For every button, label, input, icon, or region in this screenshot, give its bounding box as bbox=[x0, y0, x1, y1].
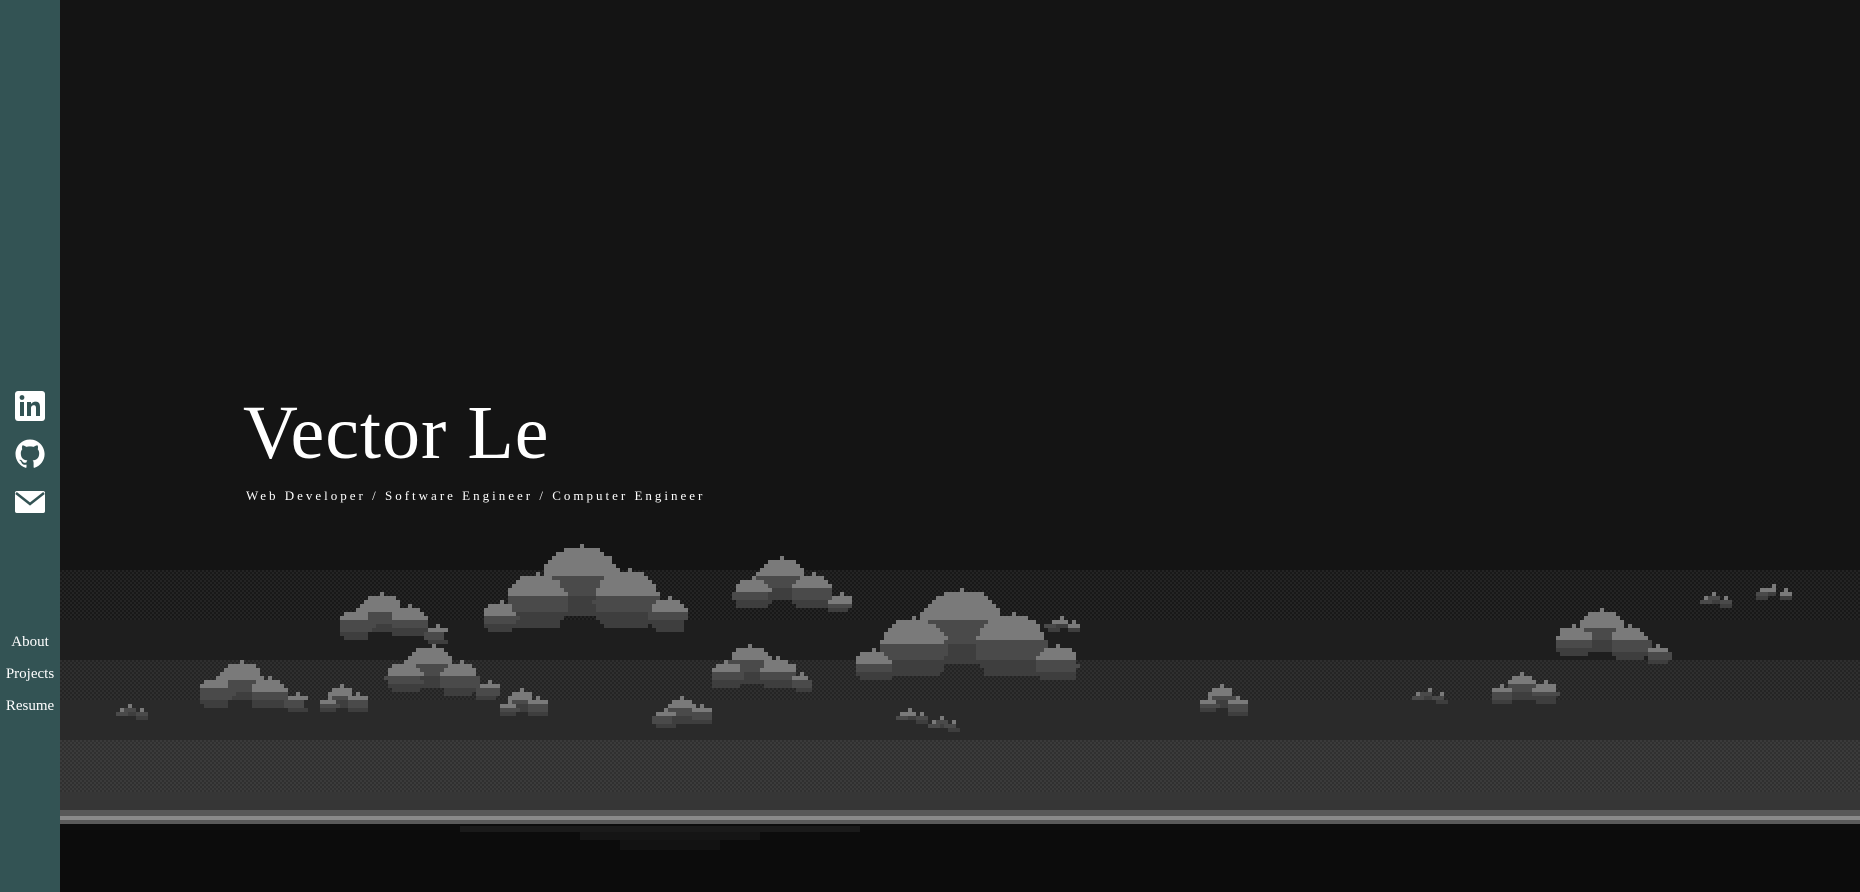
linkedin-link[interactable] bbox=[14, 390, 46, 422]
nav-about[interactable]: About bbox=[0, 626, 60, 658]
nav-menu: About Projects Resume bbox=[0, 626, 60, 722]
hero-section: Vector Le Web Developer / Software Engin… bbox=[60, 0, 1860, 892]
github-icon bbox=[15, 439, 45, 468]
email-link[interactable] bbox=[14, 486, 46, 518]
social-links bbox=[0, 390, 60, 534]
sidebar: About Projects Resume bbox=[0, 0, 60, 892]
hero-subtitle: Web Developer / Software Engineer / Comp… bbox=[246, 488, 706, 503]
nav-resume[interactable]: Resume bbox=[0, 690, 60, 722]
github-link[interactable] bbox=[14, 438, 46, 470]
mail-icon bbox=[15, 491, 45, 513]
hero-title: Vector Le bbox=[243, 391, 550, 475]
nav-projects[interactable]: Projects bbox=[0, 658, 60, 690]
linkedin-icon bbox=[15, 391, 45, 421]
